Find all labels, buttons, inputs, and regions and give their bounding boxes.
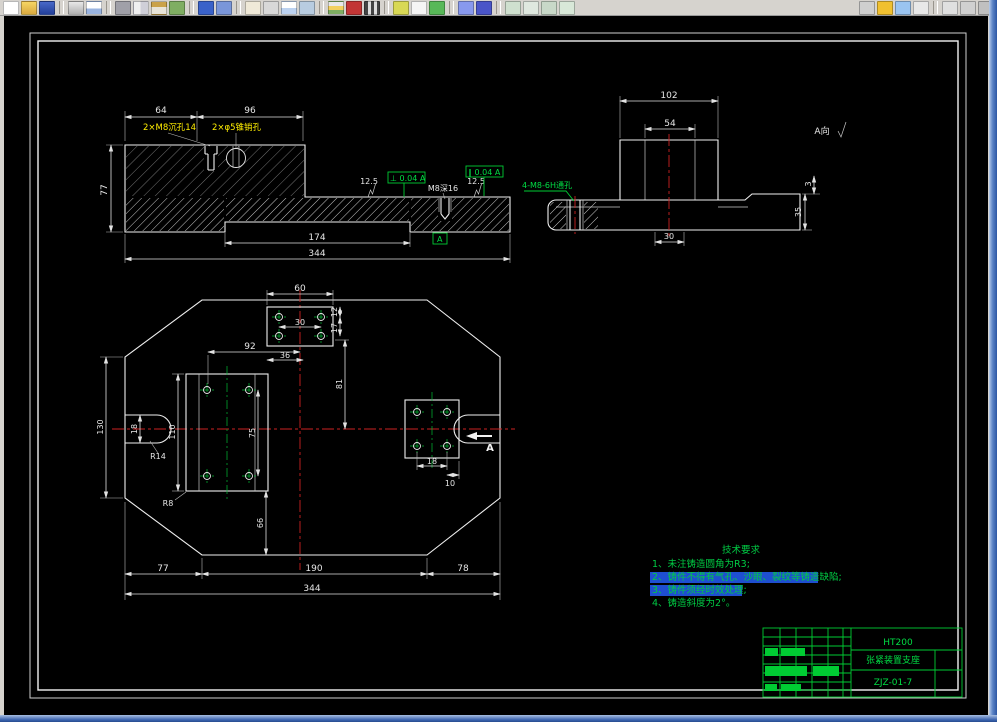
title-block-part-name: 张紧装置支座 (866, 654, 920, 666)
dim-side-102: 102 (660, 91, 677, 101)
dim-plan-66: 66 (256, 518, 265, 528)
grid-icon[interactable] (541, 0, 557, 15)
dim-plan-92: 92 (244, 342, 255, 352)
toolbar-separator (496, 1, 501, 14)
new-icon[interactable] (3, 0, 19, 15)
linetype-icon[interactable] (364, 0, 380, 15)
note-thread: M8深16 (428, 184, 458, 193)
zoom-previous-icon[interactable] (299, 0, 315, 15)
print-preview-icon[interactable] (86, 0, 102, 15)
dim-plan-18-right: 18 (427, 457, 437, 466)
tech-req-item-1: 1、未注铸造圆角为R3; (652, 558, 750, 570)
toolbox-icon[interactable] (877, 0, 893, 15)
cut-icon[interactable] (115, 0, 131, 15)
model-space[interactable] (4, 16, 988, 716)
toolbar-separator (384, 1, 389, 14)
dim-plan-60: 60 (294, 284, 306, 294)
open-icon[interactable] (21, 0, 37, 15)
measure-distance-icon[interactable] (393, 0, 409, 15)
tech-req-title: 技术要求 (722, 544, 761, 556)
layers-icon[interactable] (328, 0, 344, 15)
dim-plan-30: 30 (295, 318, 305, 327)
dim-plan-75: 75 (248, 428, 257, 438)
osnap-icon[interactable] (505, 0, 521, 15)
dim-plan-110: 110 (168, 424, 177, 439)
dim-side-30: 30 (664, 232, 674, 241)
section-arrow-label: A (486, 443, 494, 454)
match-properties-icon[interactable] (169, 0, 185, 15)
title-block-material: HT200 (883, 638, 913, 648)
dim-side-35: 35 (794, 207, 803, 217)
main-toolbar (0, 0, 997, 16)
dim-plan-81: 81 (335, 379, 344, 389)
calculator-icon[interactable] (895, 0, 911, 15)
dim-side-3: 3 (804, 181, 813, 186)
color-control-icon[interactable] (346, 0, 362, 15)
dim-plan-190: 190 (305, 564, 322, 574)
fcf-perpendicularity: ⊥ 0.04 A (390, 174, 426, 183)
redo-icon[interactable] (216, 0, 232, 15)
tech-req-item-4: 4、铸造斜度为2°。 (652, 597, 735, 609)
toolbar-separator (106, 1, 111, 14)
properties-icon[interactable] (458, 0, 474, 15)
polar-icon[interactable] (559, 0, 575, 15)
tech-req-item-3: 3、铸件须经时效处理; (652, 584, 747, 596)
dim-plan-12: 12 (330, 307, 339, 317)
zoom-window-icon[interactable] (281, 0, 297, 15)
window-border-bottom (0, 715, 997, 722)
note-taper-pin: 2×φ5锥销孔 (212, 122, 262, 133)
dim-front-96: 96 (244, 106, 256, 116)
toolbar-separator (236, 1, 241, 14)
label-a-view: A向 (814, 125, 829, 137)
dim-front-344: 344 (308, 249, 325, 259)
dim-plan-130: 130 (96, 419, 105, 434)
note-through-holes: 4-M8-6H通孔 (522, 180, 572, 190)
window-border-right (989, 0, 997, 722)
drawing-canvas[interactable]: 64 96 77 174 344 2×M8沉孔14 2×φ5锥销孔 M8深16 (0, 0, 997, 722)
title-block-drawing-no: ZJZ-01-7 (874, 678, 913, 688)
dim-front-77: 77 (100, 184, 110, 195)
render-icon[interactable] (859, 0, 875, 15)
toolbar-separator (449, 1, 454, 14)
cad-window: 64 96 77 174 344 2×M8沉孔14 2×φ5锥销孔 M8深16 (0, 0, 997, 722)
roughness-1: 12.5 (360, 177, 378, 186)
tech-req-item-2: 2、铸件不得有气孔、沙眼、裂纹等铸造缺陷; (652, 571, 842, 583)
dim-plan-36: 36 (280, 351, 290, 360)
toolbar-separator (933, 1, 938, 14)
label-r8: R8 (163, 499, 174, 508)
dim-plan-77: 77 (157, 564, 168, 574)
undo-icon[interactable] (198, 0, 214, 15)
save-icon[interactable] (39, 0, 55, 15)
label-r14: R14 (150, 452, 166, 461)
dim-plan-10: 10 (445, 479, 455, 488)
toolbar-separator (319, 1, 324, 14)
fcf-parallelism: ∥ 0.04 A (468, 168, 501, 177)
help-icon[interactable] (476, 0, 492, 15)
toolbar-separator (189, 1, 194, 14)
ortho-icon[interactable] (523, 0, 539, 15)
roughness-2: 12.5 (467, 177, 485, 186)
dim-front-64: 64 (155, 106, 167, 116)
dim-plan-17: 17 (330, 323, 339, 333)
zoom-realtime-icon[interactable] (263, 0, 279, 15)
toolbar-separator (59, 1, 64, 14)
spell-check-icon[interactable] (913, 0, 929, 15)
dim-side-54: 54 (664, 119, 676, 129)
dim-plan-78: 78 (457, 564, 469, 574)
dim-plan-344: 344 (303, 584, 320, 594)
text-style-icon[interactable] (411, 0, 427, 15)
dimension-style-icon[interactable] (429, 0, 445, 15)
paste-icon[interactable] (151, 0, 167, 15)
datum-a-flag: A (437, 235, 443, 244)
note-counterbore: 2×M8沉孔14 (143, 123, 196, 133)
panel-toggle-icon[interactable] (960, 0, 976, 15)
dim-plan-18-slot: 18 (130, 424, 139, 434)
print-icon[interactable] (68, 0, 84, 15)
dim-front-174: 174 (308, 233, 325, 243)
dock-toggle-icon[interactable] (942, 0, 958, 15)
pan-icon[interactable] (245, 0, 261, 15)
copy-icon[interactable] (133, 0, 149, 15)
